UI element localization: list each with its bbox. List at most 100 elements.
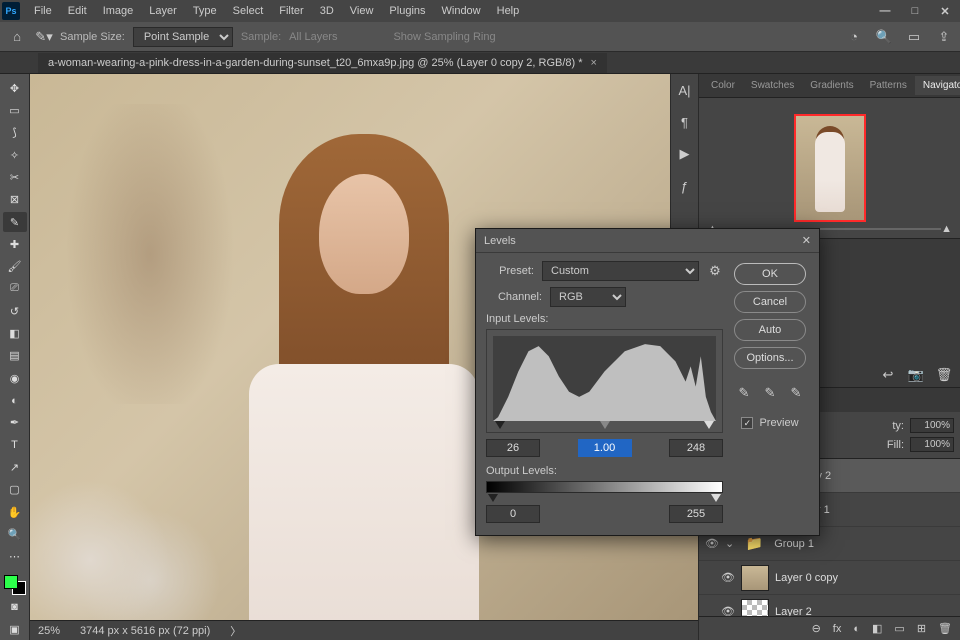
- input-mid[interactable]: [578, 439, 632, 457]
- brush-tool[interactable]: 🖌: [3, 257, 27, 277]
- sample-size-select[interactable]: Point Sample: [133, 27, 233, 47]
- menu-layer[interactable]: Layer: [141, 0, 185, 22]
- output-white[interactable]: [669, 505, 723, 523]
- home-icon[interactable]: ⌂: [6, 26, 28, 48]
- stamp-tool[interactable]: ⎚: [3, 279, 27, 299]
- reset-icon[interactable]: ↩: [880, 367, 896, 383]
- menu-help[interactable]: Help: [489, 0, 528, 22]
- preset-menu-icon[interactable]: ⚙: [707, 263, 723, 279]
- zoom-in-icon[interactable]: ▲: [941, 223, 952, 235]
- dialog-close-icon[interactable]: ✕: [802, 234, 811, 247]
- output-white-slider[interactable]: [711, 494, 721, 502]
- channel-select[interactable]: RGB: [550, 287, 626, 307]
- layer-row[interactable]: 👁 Layer 0 copy: [699, 561, 960, 595]
- mask-icon[interactable]: ◐: [853, 623, 860, 635]
- white-eyedropper-icon[interactable]: ✎: [788, 385, 804, 401]
- black-eyedropper-icon[interactable]: ✎: [736, 385, 752, 401]
- marquee-tool[interactable]: ▭: [3, 100, 27, 120]
- menu-edit[interactable]: Edit: [60, 0, 95, 22]
- layer-thumb[interactable]: [741, 599, 769, 617]
- move-tool[interactable]: ✥: [3, 78, 27, 98]
- zoom-tool[interactable]: 🔍: [3, 524, 27, 544]
- path-tool[interactable]: ↗: [3, 457, 27, 477]
- zoom-level[interactable]: 25%: [38, 625, 60, 637]
- fill-input[interactable]: [910, 437, 954, 452]
- character-panel-icon[interactable]: A|: [677, 82, 693, 98]
- tab-color[interactable]: Color: [703, 76, 743, 95]
- menu-file[interactable]: File: [26, 0, 60, 22]
- layer-name[interactable]: Layer 2: [775, 606, 812, 617]
- visibility-icon[interactable]: 👁: [721, 571, 735, 584]
- group-expand-icon[interactable]: ⌄: [725, 537, 734, 550]
- menu-plugins[interactable]: Plugins: [381, 0, 433, 22]
- cloud-icon[interactable]: ◔: [846, 29, 862, 45]
- pen-tool[interactable]: ✒: [3, 413, 27, 433]
- lasso-tool[interactable]: ⟆: [3, 123, 27, 143]
- gradient-tool[interactable]: ▤: [3, 346, 27, 366]
- glyphs-panel-icon[interactable]: ƒ: [677, 178, 693, 194]
- output-black-slider[interactable]: [488, 494, 498, 502]
- output-black[interactable]: [486, 505, 540, 523]
- snapshot-icon[interactable]: 📷: [908, 367, 924, 383]
- ok-button[interactable]: OK: [734, 263, 806, 285]
- preview-checkbox[interactable]: ✓ Preview: [741, 417, 798, 429]
- trash-icon[interactable]: 🗑: [936, 367, 952, 383]
- doc-info[interactable]: 3744 px x 5616 px (72 ppi): [80, 625, 210, 637]
- layer-thumb[interactable]: [741, 565, 769, 591]
- black-point-slider[interactable]: [495, 421, 505, 429]
- options-button[interactable]: Options...: [734, 347, 806, 369]
- screen-mode-icon[interactable]: ▣: [3, 620, 27, 640]
- window-close[interactable]: ✕: [930, 0, 960, 22]
- menu-image[interactable]: Image: [95, 0, 142, 22]
- histogram[interactable]: [493, 336, 716, 420]
- auto-button[interactable]: Auto: [734, 319, 806, 341]
- more-tools[interactable]: ⋯: [3, 547, 27, 567]
- eraser-tool[interactable]: ◧: [3, 323, 27, 343]
- blur-tool[interactable]: ◉: [3, 368, 27, 388]
- tab-navigator[interactable]: Navigator: [915, 76, 960, 95]
- visibility-icon[interactable]: 👁: [705, 537, 719, 550]
- workspace-icon[interactable]: ▭: [906, 29, 922, 45]
- tab-gradients[interactable]: Gradients: [802, 76, 861, 95]
- menu-view[interactable]: View: [342, 0, 382, 22]
- quick-mask-icon[interactable]: ◙: [3, 597, 27, 617]
- opacity-input[interactable]: [910, 418, 954, 433]
- close-tab-icon[interactable]: ×: [591, 57, 597, 69]
- actions-panel-icon[interactable]: ▶: [677, 146, 693, 162]
- menu-type[interactable]: Type: [185, 0, 225, 22]
- dialog-titlebar[interactable]: Levels ✕: [476, 229, 819, 253]
- cancel-button[interactable]: Cancel: [734, 291, 806, 313]
- color-swatches[interactable]: [4, 575, 26, 595]
- menu-filter[interactable]: Filter: [271, 0, 311, 22]
- window-minimize[interactable]: —: [870, 0, 900, 22]
- search-icon[interactable]: 🔍: [876, 29, 892, 45]
- window-maximize[interactable]: □: [900, 0, 930, 22]
- doc-info-chevron-icon[interactable]: 〉: [230, 623, 241, 639]
- group-icon[interactable]: ▭: [894, 622, 904, 635]
- document-tab[interactable]: a-woman-wearing-a-pink-dress-in-a-garden…: [38, 53, 607, 73]
- layer-row[interactable]: 👁 Layer 2: [699, 595, 960, 616]
- dodge-tool[interactable]: ◐: [3, 390, 27, 410]
- mid-point-slider[interactable]: [600, 421, 610, 429]
- new-layer-icon[interactable]: ⊞: [917, 622, 926, 635]
- wand-tool[interactable]: ✧: [3, 145, 27, 165]
- tab-patterns[interactable]: Patterns: [862, 76, 915, 95]
- menu-select[interactable]: Select: [225, 0, 272, 22]
- tool-preset-icon[interactable]: ✎▾: [36, 29, 52, 45]
- menu-window[interactable]: Window: [434, 0, 489, 22]
- share-icon[interactable]: ⇪: [936, 29, 952, 45]
- input-white[interactable]: [669, 439, 723, 457]
- fx-icon[interactable]: fx: [833, 623, 842, 635]
- adjustment-icon[interactable]: ◧: [872, 622, 882, 635]
- hand-tool[interactable]: ✋: [3, 502, 27, 522]
- type-tool[interactable]: T: [3, 435, 27, 455]
- crop-tool[interactable]: ✂: [3, 167, 27, 187]
- delete-layer-icon[interactable]: 🗑: [938, 622, 952, 635]
- preset-select[interactable]: Custom: [542, 261, 699, 281]
- eyedropper-tool[interactable]: ✎: [3, 212, 27, 232]
- navigator-thumbnail[interactable]: [794, 114, 866, 222]
- history-brush-tool[interactable]: ↺: [3, 301, 27, 321]
- layer-name[interactable]: Layer 0 copy: [775, 572, 838, 584]
- link-layers-icon[interactable]: ⊖: [812, 622, 821, 635]
- paragraph-panel-icon[interactable]: ¶: [677, 114, 693, 130]
